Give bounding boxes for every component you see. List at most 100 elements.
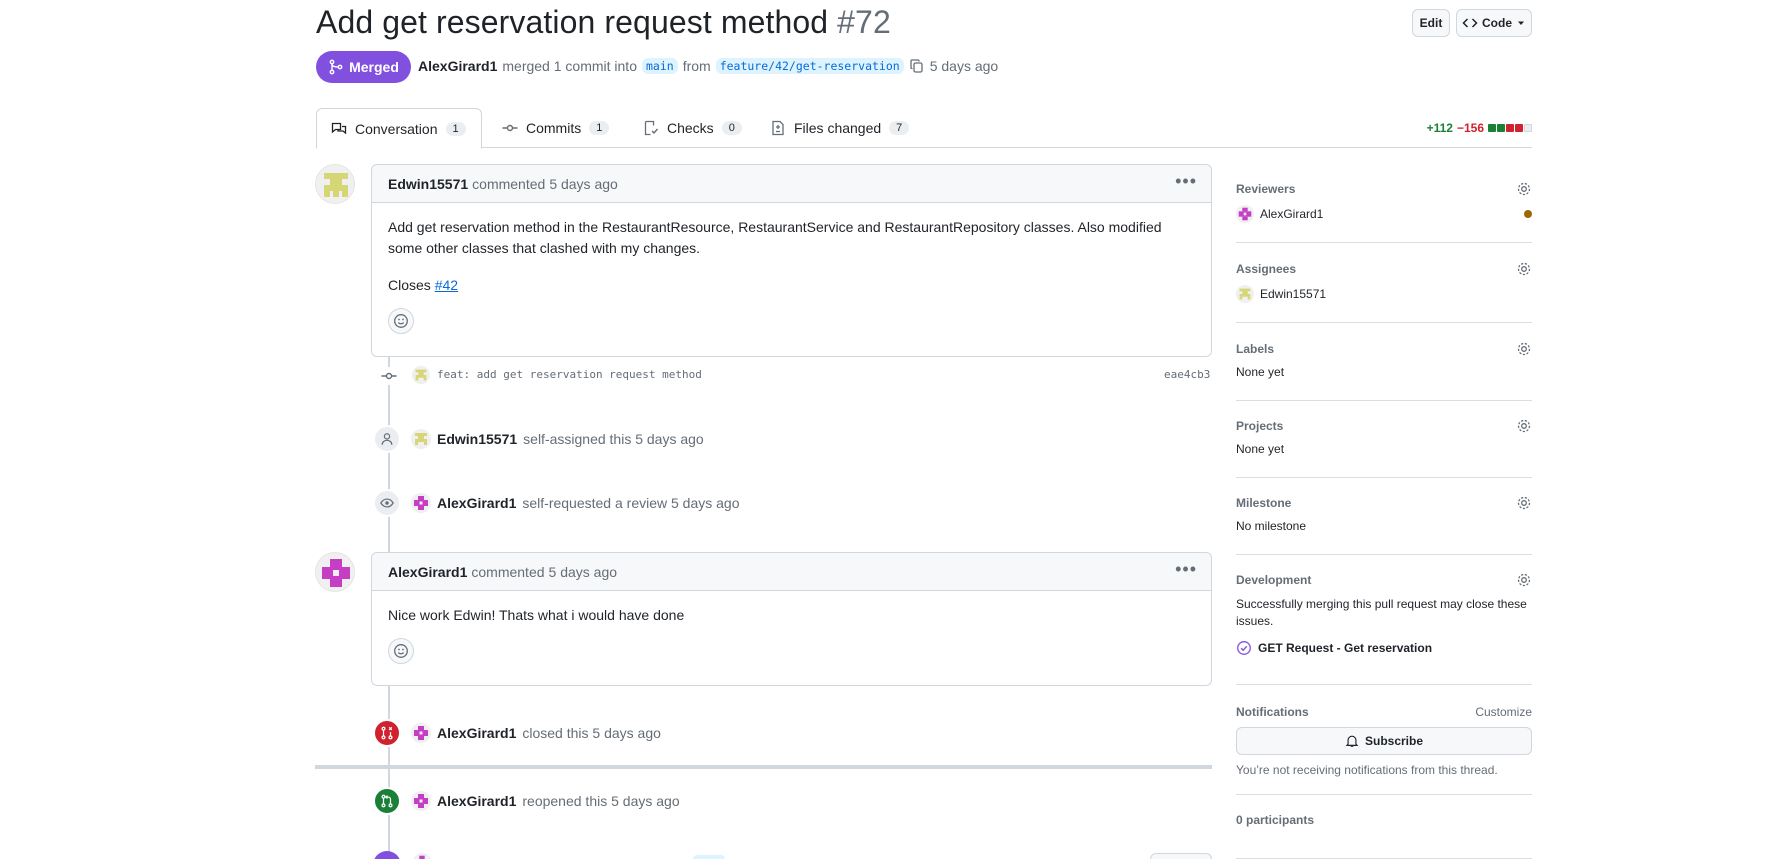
sidebar-assignees: Assignees Edwin15571 [1236, 261, 1532, 323]
edit-button[interactable]: Edit [1412, 9, 1450, 37]
kebab-horizontal-icon[interactable]: ••• [1175, 560, 1197, 578]
event-actor[interactable]: AlexGirard1 [437, 725, 516, 741]
merged-state-badge: Merged [316, 51, 411, 83]
closed-event: AlexGirard1 closed this 5 days ago [411, 723, 661, 743]
add-reaction-button[interactable] [388, 308, 414, 334]
caret-down-icon [1518, 21, 1524, 25]
labels-value: None yet [1236, 365, 1285, 379]
closes-line: Closes #42 [388, 275, 1195, 296]
avatar-alexgirard1[interactable] [315, 552, 355, 592]
comment-author[interactable]: Edwin15571 [388, 176, 468, 192]
gear-icon[interactable] [1516, 341, 1532, 357]
closed-event-badge [373, 719, 401, 747]
event-text: reopened this 5 days ago [522, 793, 680, 809]
revert-button-partial[interactable] [1150, 853, 1212, 859]
gear-icon[interactable] [1516, 495, 1532, 511]
milestone-value: No milestone [1236, 519, 1307, 533]
smiley-icon [394, 314, 408, 328]
sidebar-development: Development Successfully merging this pu… [1236, 572, 1532, 685]
gear-icon[interactable] [1516, 418, 1532, 434]
gear-icon[interactable] [1516, 261, 1532, 277]
gear-icon[interactable] [1516, 181, 1532, 197]
subscribe-button[interactable]: Subscribe [1236, 727, 1532, 755]
avatar-edwin15571[interactable] [315, 164, 355, 204]
pr-title: Add get reservation request method #72 [316, 4, 891, 41]
event-actor[interactable]: AlexGirard1 [437, 793, 516, 809]
comment-time[interactable]: 5 days ago [549, 564, 618, 580]
avatar-alexgirard1-small[interactable] [411, 493, 431, 513]
pr-number: #72 [837, 4, 891, 40]
pr-title-text: Add get reservation request method [316, 4, 829, 40]
base-branch[interactable]: main [641, 58, 678, 74]
reopened-event-badge [373, 787, 401, 815]
eye-icon [380, 498, 394, 508]
event-text: self-requested a review 5 days ago [522, 495, 740, 511]
diffstat-deletions: −156 [1456, 121, 1484, 135]
pr-author[interactable]: AlexGirard1 [418, 58, 497, 74]
kebab-horizontal-icon[interactable]: ••• [1175, 172, 1197, 190]
assigned-event-badge [373, 425, 401, 453]
gear-icon[interactable] [1516, 572, 1532, 588]
avatar-alexgirard1-small[interactable] [413, 853, 431, 859]
tab-conversation-label: Conversation [355, 120, 438, 137]
person-icon [381, 433, 393, 445]
reopened-event: AlexGirard1 reopened this 5 days ago [411, 791, 680, 811]
smiley-icon [394, 644, 408, 658]
assignee-name[interactable]: Edwin15571 [1260, 287, 1326, 301]
tab-files-changed[interactable]: Files changed 7 [756, 108, 923, 148]
comment-time[interactable]: 5 days ago [549, 176, 618, 192]
avatar-alexgirard1-small[interactable] [411, 791, 431, 811]
branch-chip-partial [693, 855, 725, 859]
notifications-title: Notifications [1236, 705, 1309, 719]
checklist-icon [644, 120, 659, 136]
commit-sha[interactable]: eae4cb3 [1164, 368, 1210, 381]
git-commit-icon [381, 372, 397, 380]
comment-body: Nice work Edwin! Thats what i would have… [372, 591, 1211, 672]
avatar-edwin15571-small[interactable] [412, 366, 430, 384]
add-reaction-button[interactable] [388, 638, 414, 664]
comment-author[interactable]: AlexGirard1 [388, 564, 467, 580]
sidebar-labels: Labels None yet [1236, 341, 1532, 401]
timeline-divider [315, 765, 1212, 769]
pr-meta: AlexGirard1 merged 1 commit into main fr… [418, 58, 998, 74]
merge-time: 5 days ago [929, 58, 999, 74]
development-title: Development [1236, 573, 1312, 587]
customize-link[interactable]: Customize [1475, 705, 1532, 719]
commit-message[interactable]: feat: add get reservation request method [437, 368, 702, 381]
tab-commits-count: 1 [589, 121, 610, 135]
review-requested-badge [373, 489, 401, 517]
issue-closed-icon [1237, 641, 1251, 655]
reviewer-name[interactable]: AlexGirard1 [1260, 207, 1323, 221]
event-actor[interactable]: AlexGirard1 [437, 495, 516, 511]
copy-icon[interactable] [909, 58, 925, 74]
file-diff-icon [772, 120, 784, 136]
event-text: closed this 5 days ago [522, 725, 661, 741]
comment-action: commented [471, 563, 545, 580]
event-actor[interactable]: Edwin15571 [437, 431, 517, 447]
avatar-alexgirard1-small[interactable] [1236, 205, 1254, 223]
git-merge-icon [329, 59, 343, 75]
tab-conversation-count: 1 [445, 121, 466, 136]
from-text: from [682, 58, 711, 74]
code-button[interactable]: Code [1456, 9, 1532, 37]
comment-action: commented [472, 175, 546, 192]
notifications-note: You’re not receiving notifications from … [1236, 763, 1498, 777]
comment-text: Nice work Edwin! Thats what i would have… [388, 607, 685, 623]
tab-checks-label: Checks [667, 120, 714, 136]
diffstat-additions: +112 [1426, 121, 1453, 135]
head-branch[interactable]: feature/42/get-reservation [715, 58, 904, 74]
tab-files-changed-count: 7 [889, 121, 910, 135]
avatar-alexgirard1-small[interactable] [411, 723, 431, 743]
tab-checks[interactable]: Checks 0 [629, 108, 756, 148]
avatar-edwin15571-small[interactable] [1236, 285, 1254, 303]
sidebar-participants: 0 participants [1236, 813, 1532, 859]
avatar-edwin15571-small[interactable] [411, 429, 431, 449]
review-requested-event: AlexGirard1 self-requested a review 5 da… [411, 493, 740, 513]
closes-issue-link[interactable]: #42 [435, 277, 458, 293]
tab-conversation[interactable]: Conversation 1 [316, 108, 482, 149]
diffstat: +112 −156 [1427, 121, 1532, 135]
tab-files-changed-label: Files changed [794, 120, 882, 136]
tab-commits[interactable]: Commits 1 [488, 108, 623, 148]
comment-header: Edwin15571 commented 5 days ago ••• [372, 165, 1211, 203]
linked-issue[interactable]: GET Request - Get reservation [1258, 641, 1432, 655]
